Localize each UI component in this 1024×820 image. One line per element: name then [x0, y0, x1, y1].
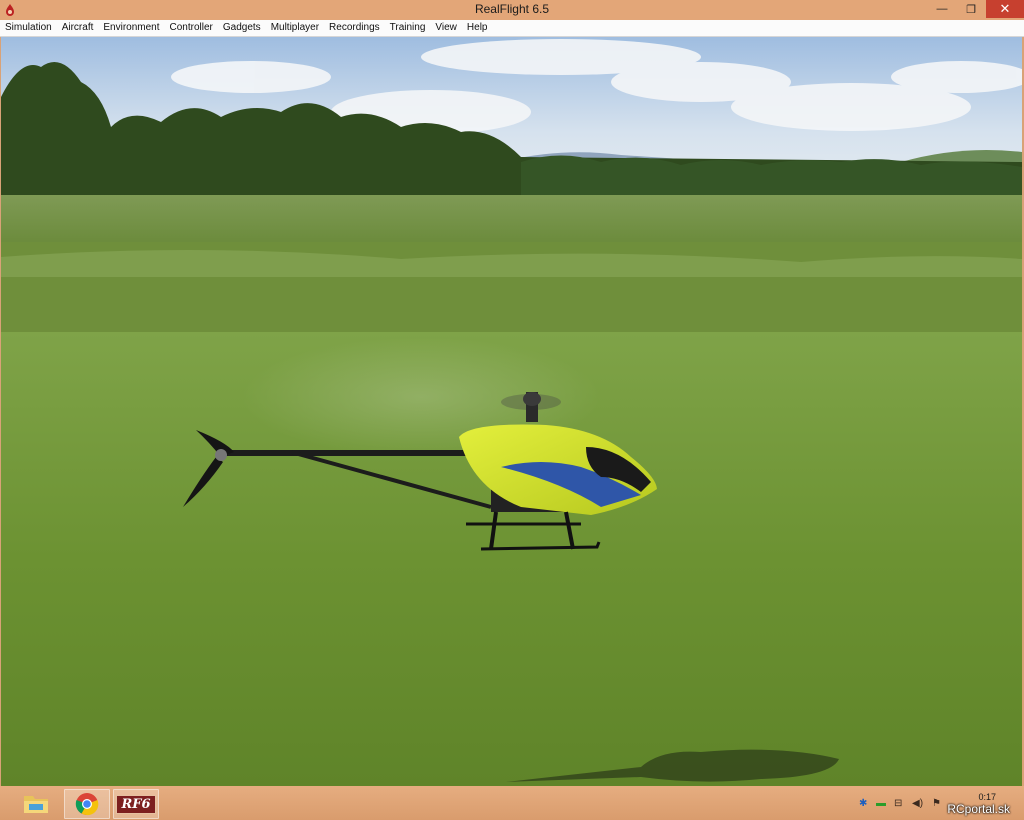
menu-multiplayer[interactable]: Multiplayer — [266, 20, 324, 36]
tail-boom — [216, 450, 476, 456]
close-button[interactable]: ✕ — [986, 0, 1024, 18]
menu-bar: Simulation Aircraft Environment Controll… — [0, 20, 1024, 37]
menu-training[interactable]: Training — [385, 20, 431, 36]
taskbar-realflight[interactable]: RF6 — [113, 789, 159, 819]
folder-icon — [24, 796, 48, 813]
taskbar-file-explorer[interactable] — [14, 789, 58, 817]
network-icon[interactable]: ⊟ — [894, 798, 902, 809]
simulator-viewport[interactable] — [1, 37, 1022, 786]
menu-recordings[interactable]: Recordings — [324, 20, 385, 36]
menu-help[interactable]: Help — [462, 20, 493, 36]
tail-rotor-hub — [215, 449, 227, 461]
taskbar-clock[interactable]: 0:17 — [978, 792, 996, 802]
menu-simulation[interactable]: Simulation — [0, 20, 57, 36]
battery-icon[interactable]: ▬ — [876, 798, 886, 809]
menu-environment[interactable]: Environment — [98, 20, 164, 36]
bluetooth-icon[interactable]: ✱ — [859, 798, 867, 809]
title-bar: RealFlight 6.5 — ❐ ✕ — [0, 0, 1024, 21]
chrome-icon — [75, 793, 99, 816]
far-field — [1, 195, 1022, 247]
flight-scene — [1, 37, 1022, 786]
window-title: RealFlight 6.5 — [474, 2, 550, 16]
menu-aircraft[interactable]: Aircraft — [57, 20, 99, 36]
menu-gadgets[interactable]: Gadgets — [218, 20, 266, 36]
restore-button[interactable]: ❐ — [957, 0, 985, 18]
menu-view[interactable]: View — [430, 20, 462, 36]
window-controls: — ❐ ✕ — [927, 0, 1024, 20]
taskbar: RF6 ✱ ▬ ⊟ ◀) ⚑ 0:17 RCportal.sk — [0, 786, 1024, 820]
realflight-taskbar-label: RF6 — [116, 794, 156, 814]
menu-controller[interactable]: Controller — [165, 20, 218, 36]
system-tray: ✱ ▬ ⊟ ◀) ⚑ 0:17 RCportal.sk — [854, 786, 1024, 820]
speaker-icon[interactable]: ◀) — [912, 798, 923, 809]
taskbar-chrome[interactable] — [64, 789, 110, 819]
minimize-button[interactable]: — — [928, 0, 956, 18]
watermark: RCportal.sk — [947, 802, 1010, 816]
flag-icon[interactable]: ⚑ — [932, 798, 941, 809]
